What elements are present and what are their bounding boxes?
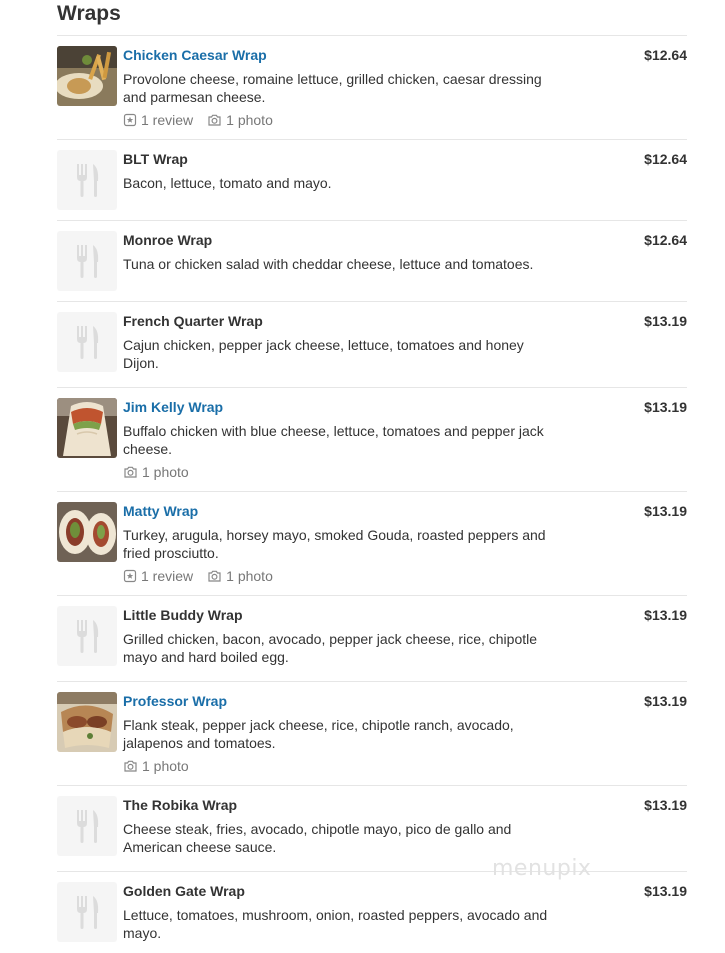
fork-knife-icon	[77, 896, 99, 929]
item-meta: 1 photo	[123, 757, 563, 775]
item-name[interactable]: Jim Kelly Wrap	[123, 398, 563, 416]
review-count: 1 review	[141, 112, 194, 128]
photo-count: 1 photo	[142, 758, 189, 774]
review-count: 1 review	[141, 568, 194, 584]
item-placeholder-thumbnail	[57, 882, 117, 942]
item-name[interactable]: Chicken Caesar Wrap	[123, 46, 563, 64]
photo-count-link[interactable]: 1 photo	[123, 463, 189, 481]
item-description: Cheese steak, fries, avocado, chipotle m…	[123, 821, 512, 855]
item-price: $13.19	[644, 693, 687, 709]
item-name: Golden Gate Wrap	[123, 883, 245, 899]
photo-count-link[interactable]: 1 photo	[123, 757, 189, 775]
watermark-logo: menupix	[492, 856, 592, 881]
item-meta: 1 photo	[123, 463, 563, 481]
fork-knife-icon	[77, 164, 99, 197]
menu-item: Professor Wrap Flank steak, pepper jack …	[57, 681, 687, 785]
item-description: Cajun chicken, pepper jack cheese, lettu…	[123, 337, 524, 371]
menu-item: French Quarter Wrap Cajun chicken, peppe…	[57, 301, 687, 387]
fork-knife-icon	[77, 245, 99, 278]
item-price: $13.19	[644, 797, 687, 813]
camera-icon	[208, 114, 221, 126]
item-price: $13.19	[644, 313, 687, 329]
camera-icon	[124, 466, 137, 478]
review-star-icon	[123, 113, 137, 127]
photo-count: 1 photo	[226, 568, 273, 584]
menu-item: Jim Kelly Wrap Buffalo chicken with blue…	[57, 387, 687, 491]
item-description: Buffalo chicken with blue cheese, lettuc…	[123, 423, 544, 457]
item-name: Little Buddy Wrap	[123, 607, 243, 623]
item-description: Tuna or chicken salad with cheddar chees…	[123, 256, 534, 272]
item-description: Bacon, lettuce, tomato and mayo.	[123, 175, 332, 191]
menu-item: Monroe Wrap Tuna or chicken salad with c…	[57, 220, 687, 301]
menu-item: Matty Wrap Turkey, arugula, horsey mayo,…	[57, 491, 687, 595]
review-count-link[interactable]: 1 review	[123, 111, 193, 129]
item-price: $13.19	[644, 399, 687, 415]
item-photo-thumbnail[interactable]	[57, 46, 117, 106]
item-price: $13.19	[644, 607, 687, 623]
item-name[interactable]: Professor Wrap	[123, 692, 563, 710]
item-photo-thumbnail[interactable]	[57, 502, 117, 562]
item-price: $12.64	[644, 151, 687, 167]
item-price: $12.64	[644, 47, 687, 63]
item-placeholder-thumbnail	[57, 231, 117, 291]
item-placeholder-thumbnail	[57, 150, 117, 210]
item-photo-thumbnail[interactable]	[57, 398, 117, 458]
menu-item: Little Buddy Wrap Grilled chicken, bacon…	[57, 595, 687, 681]
item-name: BLT Wrap	[123, 151, 188, 167]
fork-knife-icon	[77, 620, 99, 653]
item-description: Provolone cheese, romaine lettuce, grill…	[123, 71, 542, 105]
item-price: $13.19	[644, 883, 687, 899]
photo-count: 1 photo	[226, 112, 273, 128]
review-count-link[interactable]: 1 review	[123, 567, 193, 585]
photo-count-link[interactable]: 1 photo	[207, 111, 273, 129]
camera-icon	[124, 760, 137, 772]
item-meta: 1 review 1 photo	[123, 111, 563, 129]
item-placeholder-thumbnail	[57, 796, 117, 856]
photo-count-link[interactable]: 1 photo	[207, 567, 273, 585]
item-description: Flank steak, pepper jack cheese, rice, c…	[123, 717, 514, 751]
menu-item: The Robika Wrap Cheese steak, fries, avo…	[57, 785, 687, 871]
item-meta: 1 review 1 photo	[123, 567, 563, 585]
menu-item: BLT Wrap Bacon, lettuce, tomato and mayo…	[57, 139, 687, 220]
fork-knife-icon	[77, 326, 99, 359]
item-photo-thumbnail[interactable]	[57, 692, 117, 752]
camera-icon	[208, 570, 221, 582]
item-name: The Robika Wrap	[123, 797, 238, 813]
item-placeholder-thumbnail	[57, 606, 117, 666]
photo-count: 1 photo	[142, 464, 189, 480]
item-description: Lettuce, tomatoes, mushroom, onion, roas…	[123, 907, 548, 941]
review-star-icon	[123, 569, 137, 583]
fork-knife-icon	[77, 810, 99, 843]
item-name[interactable]: Matty Wrap	[123, 502, 563, 520]
item-placeholder-thumbnail	[57, 312, 117, 372]
item-description: Turkey, arugula, horsey mayo, smoked Gou…	[123, 527, 546, 561]
menu-item: Chicken Caesar Wrap Provolone cheese, ro…	[57, 35, 687, 139]
section-title: Wraps	[57, 2, 121, 25]
menu-list: Chicken Caesar Wrap Provolone cheese, ro…	[57, 35, 687, 951]
menu-item: Golden Gate Wrap Lettuce, tomatoes, mush…	[57, 871, 687, 951]
item-name: French Quarter Wrap	[123, 313, 263, 329]
item-price: $13.19	[644, 503, 687, 519]
item-price: $12.64	[644, 232, 687, 248]
item-description: Grilled chicken, bacon, avocado, pepper …	[123, 631, 538, 665]
item-name: Monroe Wrap	[123, 232, 213, 248]
